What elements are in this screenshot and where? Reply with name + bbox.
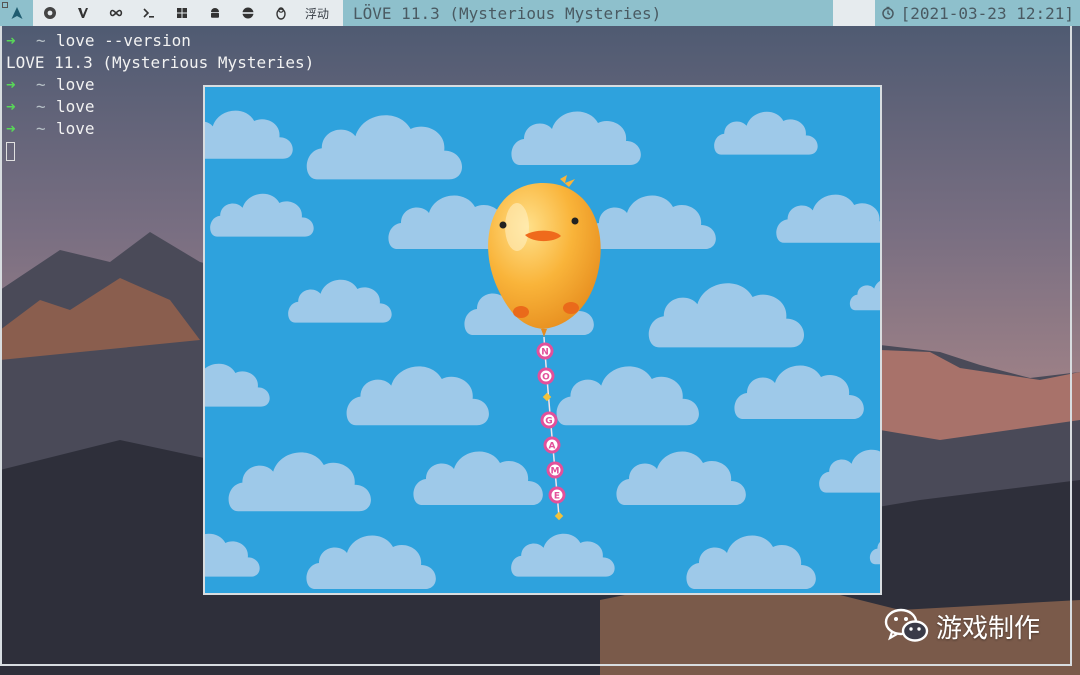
output-text: LOVE 11.3 (Mysterious Mysteries) [6,53,315,72]
love-game-window[interactable]: N O G A M E [203,85,882,595]
clock-icon [881,6,894,20]
game-canvas[interactable]: N O G A M E [205,87,880,593]
letter-bead: G [540,411,558,429]
letter-bead: O [537,367,555,385]
duck-eye-left [499,221,507,229]
command-text: love [56,75,95,94]
chrome-icon [43,7,56,19]
windows-icon [176,8,187,18]
command-text: love --version [56,31,191,50]
workspace-7[interactable] [198,0,231,26]
command-text: love [56,97,95,116]
workspace-2[interactable] [33,0,66,26]
terminal-cursor [6,142,15,161]
vim-icon [77,8,88,18]
terminal-prompt-icon [142,8,154,18]
letter-bead-text: G [545,417,552,427]
command-text: love [56,119,95,138]
clock: [2021-03-23 12:21] [874,0,1080,26]
wechat-icon [884,608,929,642]
letter-bead-text: N [541,348,549,358]
letter-bead: M [546,461,564,479]
arch-icon [11,7,22,19]
workspace-floating[interactable]: 浮动 [297,0,337,26]
terminal-line: LOVE 11.3 (Mysterious Mysteries) [6,52,314,74]
letter-bead-text: O [542,373,550,383]
watermark: 游戏制作 [884,607,1040,645]
workspace-indicator [2,2,8,8]
prompt-arrow: ➜ [6,31,16,50]
duck-eye-right [571,217,579,225]
letter-bead: A [543,436,561,454]
clock-text: [2021-03-23 12:21] [900,3,1074,23]
letter-bead: N [536,342,554,360]
workspace-3[interactable] [66,0,99,26]
prompt-dir: ~ [36,119,46,138]
prompt-arrow: ➜ [6,75,16,94]
workspace-4[interactable] [99,0,132,26]
workspace-9[interactable] [264,0,297,26]
terminal-line: ➜ ~ love --version [6,30,314,52]
infinity-icon [109,9,122,17]
workspace-6[interactable] [165,0,198,26]
disc-icon [242,7,253,19]
letter-bead-text: A [549,442,556,452]
prompt-dir: ~ [36,31,46,50]
prompt-dir: ~ [36,75,46,94]
android-icon [210,8,219,18]
letter-bead: E [548,486,566,504]
workspace-5[interactable] [132,0,165,26]
status-bar: 浮动 LÖVE 11.3 (Mysterious Mysteries) [202… [0,0,1080,26]
workspace-8[interactable] [231,0,264,26]
prompt-arrow: ➜ [6,119,16,138]
letter-bead-text: M [551,467,560,477]
letter-bead-text: E [554,492,560,502]
window-title: LÖVE 11.3 (Mysterious Mysteries) [343,0,834,26]
prompt-arrow: ➜ [6,97,16,116]
watermark-text: 游戏制作 [936,613,1041,644]
workspace-1[interactable] [0,0,33,26]
prompt-dir: ~ [36,97,46,116]
linux-penguin-icon [275,7,286,20]
workspace-floating-label: 浮动 [305,6,330,21]
